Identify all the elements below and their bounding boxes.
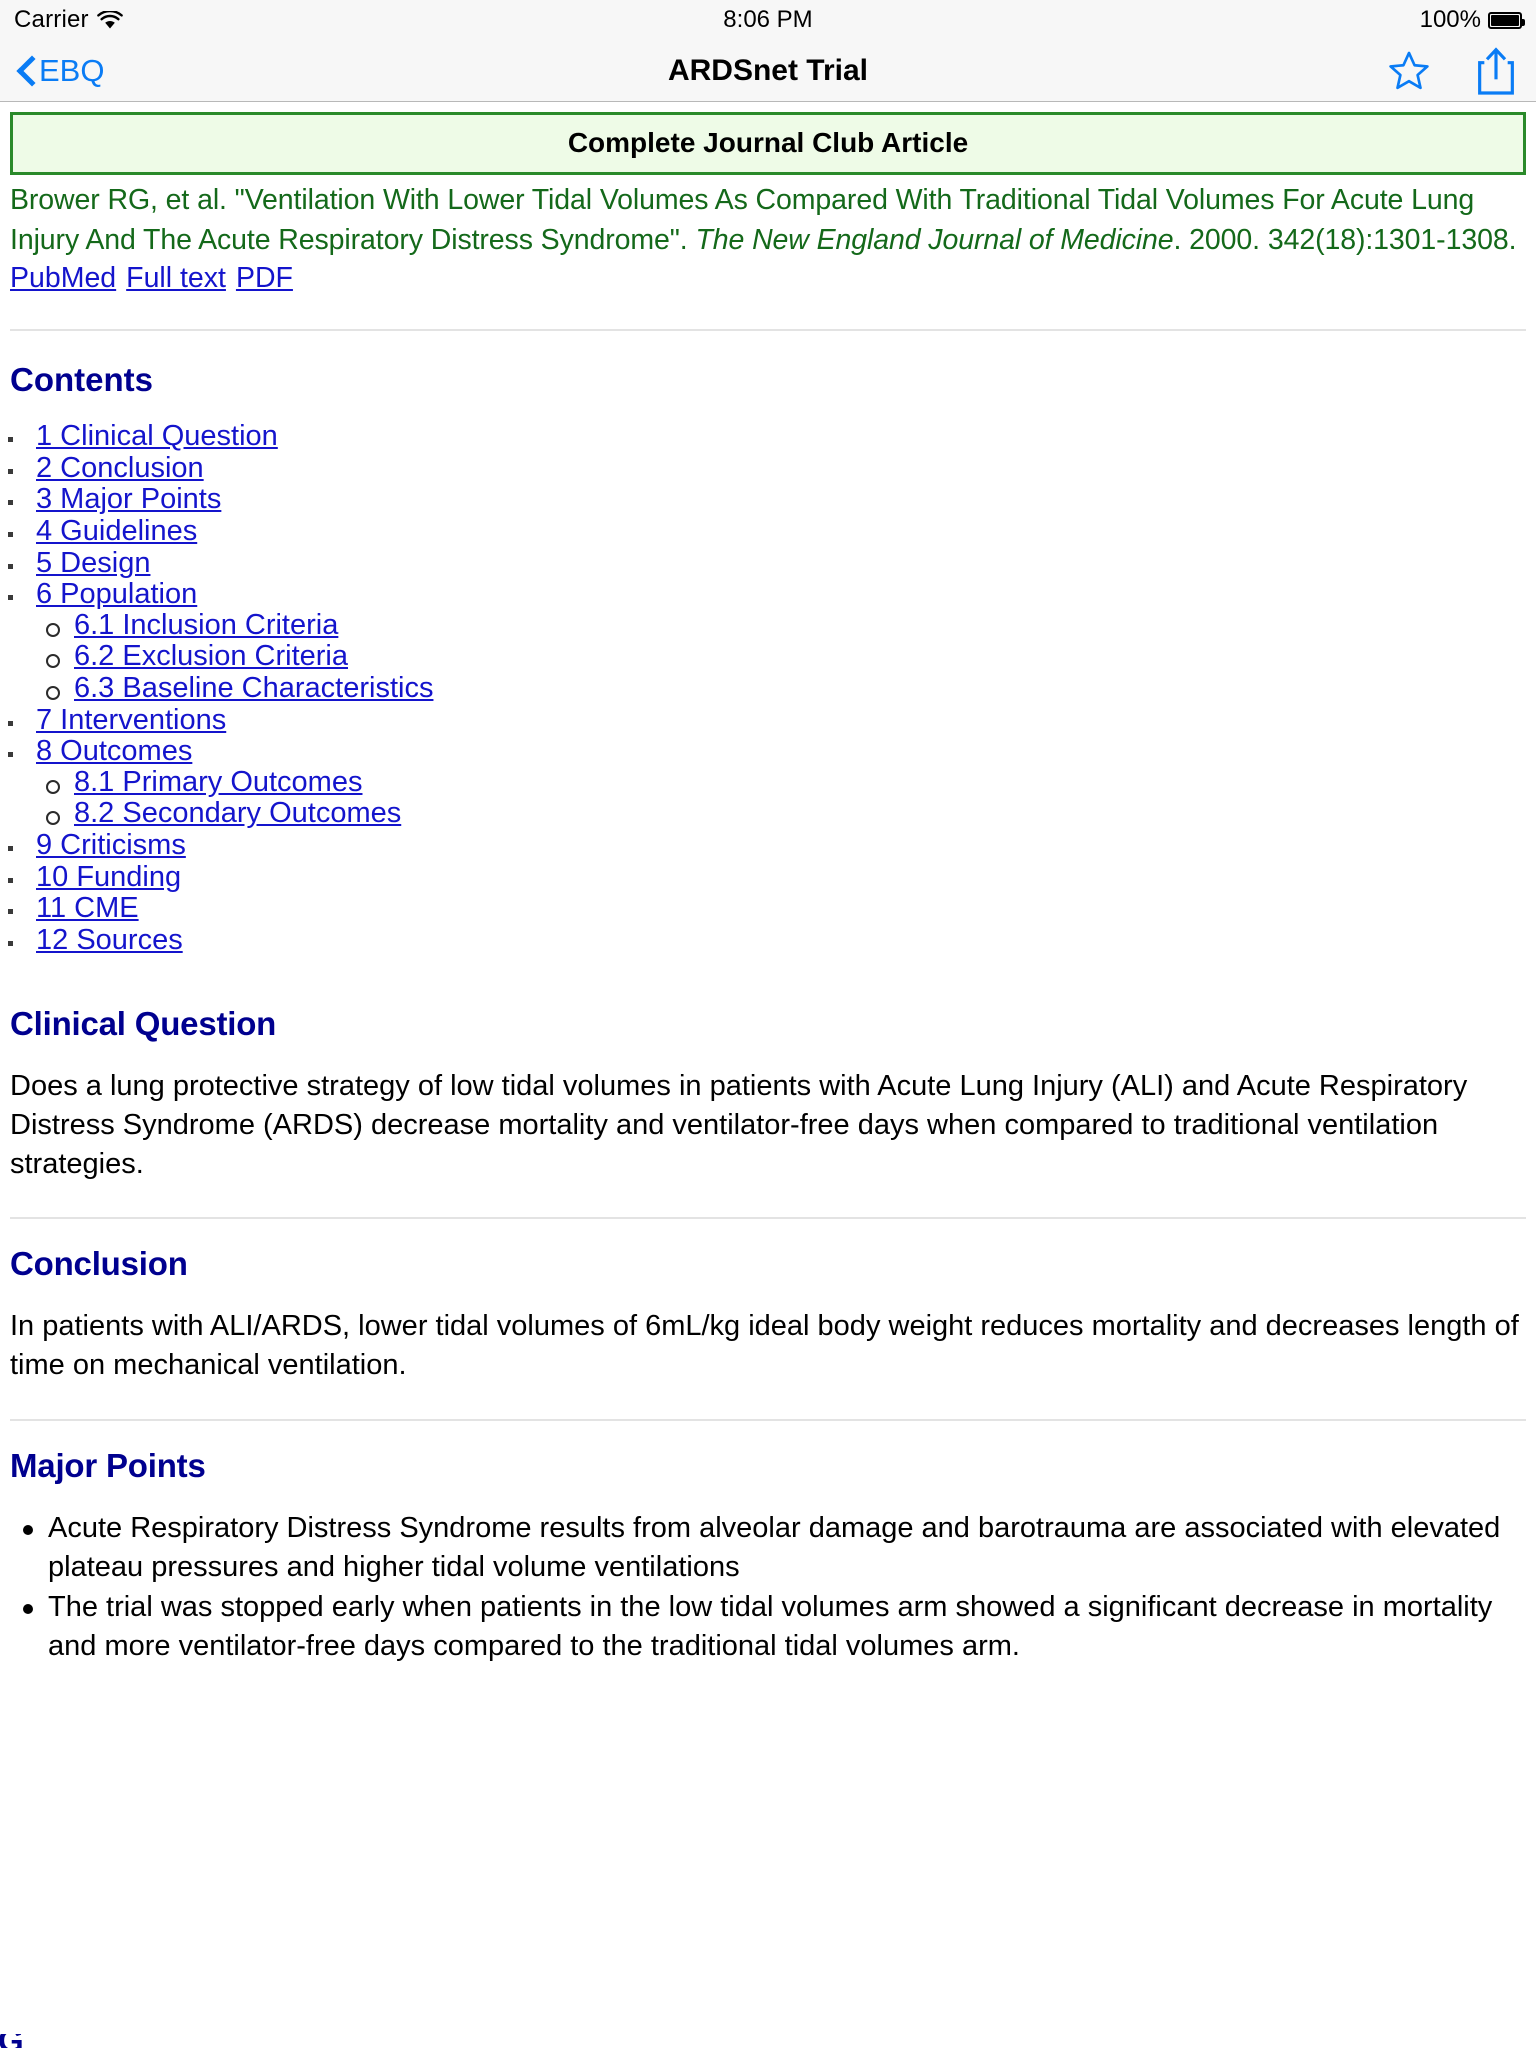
toc-item-6-3[interactable]: 6.3 Baseline Characteristics <box>36 673 1526 704</box>
toc-link[interactable]: 2 Conclusion <box>36 452 204 484</box>
toc-link[interactable]: 3 Major Points <box>36 483 221 515</box>
toc-link[interactable]: 6.1 Inclusion Criteria <box>74 609 338 641</box>
navigation-actions <box>1386 46 1518 96</box>
toc-item-7[interactable]: 7 Interventions <box>8 704 1526 736</box>
full-text-link[interactable]: Full text <box>126 262 226 294</box>
page-title: ARDSnet Trial <box>667 53 869 87</box>
toc-link[interactable]: 9 Criticisms <box>36 829 186 861</box>
toc-item-6-2[interactable]: 6.2 Exclusion Criteria <box>36 641 1526 672</box>
divider-after-citation <box>10 329 1526 332</box>
contents-heading: Contents <box>10 361 153 399</box>
table-of-contents: 1 Clinical Question 2 Conclusion 3 Major… <box>8 420 1526 956</box>
major-points-list: Acute Respiratory Distress Syndrome resu… <box>10 1509 1526 1666</box>
toc-link[interactable]: 7 Interventions <box>36 704 226 736</box>
toc-item-12[interactable]: 12 Sources <box>8 924 1526 956</box>
major-points-heading: Major Points <box>10 1446 206 1484</box>
star-outline-icon[interactable] <box>1386 48 1432 94</box>
toc-sublist-6: 6.1 Inclusion Criteria 6.2 Exclusion Cri… <box>36 609 1526 704</box>
share-upload-icon[interactable] <box>1474 46 1518 96</box>
toc-link[interactable]: 8.1 Primary Outcomes <box>74 766 362 798</box>
clinical-question-heading: Clinical Question <box>10 1005 277 1043</box>
toc-item-3[interactable]: 3 Major Points <box>8 483 1526 515</box>
toc-link[interactable]: 1 Clinical Question <box>36 420 278 452</box>
status-bar-time: 8:06 PM <box>723 6 813 33</box>
list-item: Acute Respiratory Distress Syndrome resu… <box>10 1509 1526 1586</box>
divider-after-clinical-question <box>10 1217 1526 1220</box>
toc-link[interactable]: 4 Guidelines <box>36 515 197 547</box>
toc-item-9[interactable]: 9 Criticisms <box>8 829 1526 861</box>
pubmed-link[interactable]: PubMed <box>10 262 116 294</box>
app-screen: Carrier 8:06 PM 100% EBQ ARDSnet Trial C… <box>0 0 1536 2048</box>
toc-item-10[interactable]: 10 Funding <box>8 861 1526 893</box>
chevron-left-icon <box>18 58 33 84</box>
toc-item-8[interactable]: 8 Outcomes 8.1 Primary Outcomes 8.2 Seco… <box>8 735 1526 829</box>
toc-item-6-1[interactable]: 6.1 Inclusion Criteria <box>36 609 1526 641</box>
toc-link[interactable]: 8 Outcomes <box>36 735 192 767</box>
toc-link[interactable]: 11 CME <box>36 892 139 924</box>
toc-sublist-8: 8.1 Primary Outcomes 8.2 Secondary Outco… <box>36 766 1526 829</box>
toc-link[interactable]: 5 Design <box>36 547 150 579</box>
navigation-bar: EBQ ARDSnet Trial <box>0 40 1536 102</box>
toc-link[interactable]: 10 Funding <box>36 861 181 893</box>
toc-item-5[interactable]: 5 Design <box>8 547 1526 579</box>
back-button-label: EBQ <box>39 52 105 88</box>
complete-journal-club-banner: Complete Journal Club Article <box>10 112 1526 175</box>
toc-link[interactable]: 6.3 Baseline Characteristics <box>74 672 433 704</box>
citation-part-2: . 2000. 342(18):1301-1308. <box>1173 223 1517 256</box>
next-section-partial-glyph: G <box>0 2034 22 2048</box>
pdf-link[interactable]: PDF <box>236 262 293 294</box>
article-content: Complete Journal Club Article Brower RG,… <box>0 112 1536 1666</box>
toc-link[interactable]: 6.2 Exclusion Criteria <box>74 640 348 672</box>
toc-item-11[interactable]: 11 CME <box>8 892 1526 924</box>
toc-item-8-2[interactable]: 8.2 Secondary Outcomes <box>36 798 1526 829</box>
toc-link[interactable]: 12 Sources <box>36 924 183 956</box>
toc-item-6[interactable]: 6 Population 6.1 Inclusion Criteria 6.2 … <box>8 578 1526 704</box>
clinical-question-body: Does a lung protective strategy of low t… <box>10 1070 1468 1180</box>
divider-after-conclusion <box>10 1418 1526 1421</box>
back-button[interactable]: EBQ <box>18 53 104 89</box>
toc-item-1[interactable]: 1 Clinical Question <box>8 420 1526 452</box>
toc-item-4[interactable]: 4 Guidelines <box>8 515 1526 547</box>
toc-item-2[interactable]: 2 Conclusion <box>8 452 1526 484</box>
battery-full-icon <box>1488 11 1525 29</box>
citation-links: PubMed Full text PDF <box>10 262 1526 295</box>
list-item: The trial was stopped early when patient… <box>10 1588 1526 1665</box>
conclusion-body: In patients with ALI/ARDS, lower tidal v… <box>10 1310 1519 1382</box>
citation-journal-name: The New England Journal of Medicine <box>695 223 1174 256</box>
conclusion-heading: Conclusion <box>10 1245 188 1283</box>
toc-link[interactable]: 6 Population <box>36 578 197 610</box>
citation-text: Brower RG, et al. "Ventilation With Lowe… <box>10 181 1526 260</box>
toc-link[interactable]: 8.2 Secondary Outcomes <box>74 797 401 829</box>
toc-item-8-1[interactable]: 8.1 Primary Outcomes <box>36 766 1526 798</box>
status-bar: Carrier 8:06 PM 100% <box>0 0 1536 40</box>
